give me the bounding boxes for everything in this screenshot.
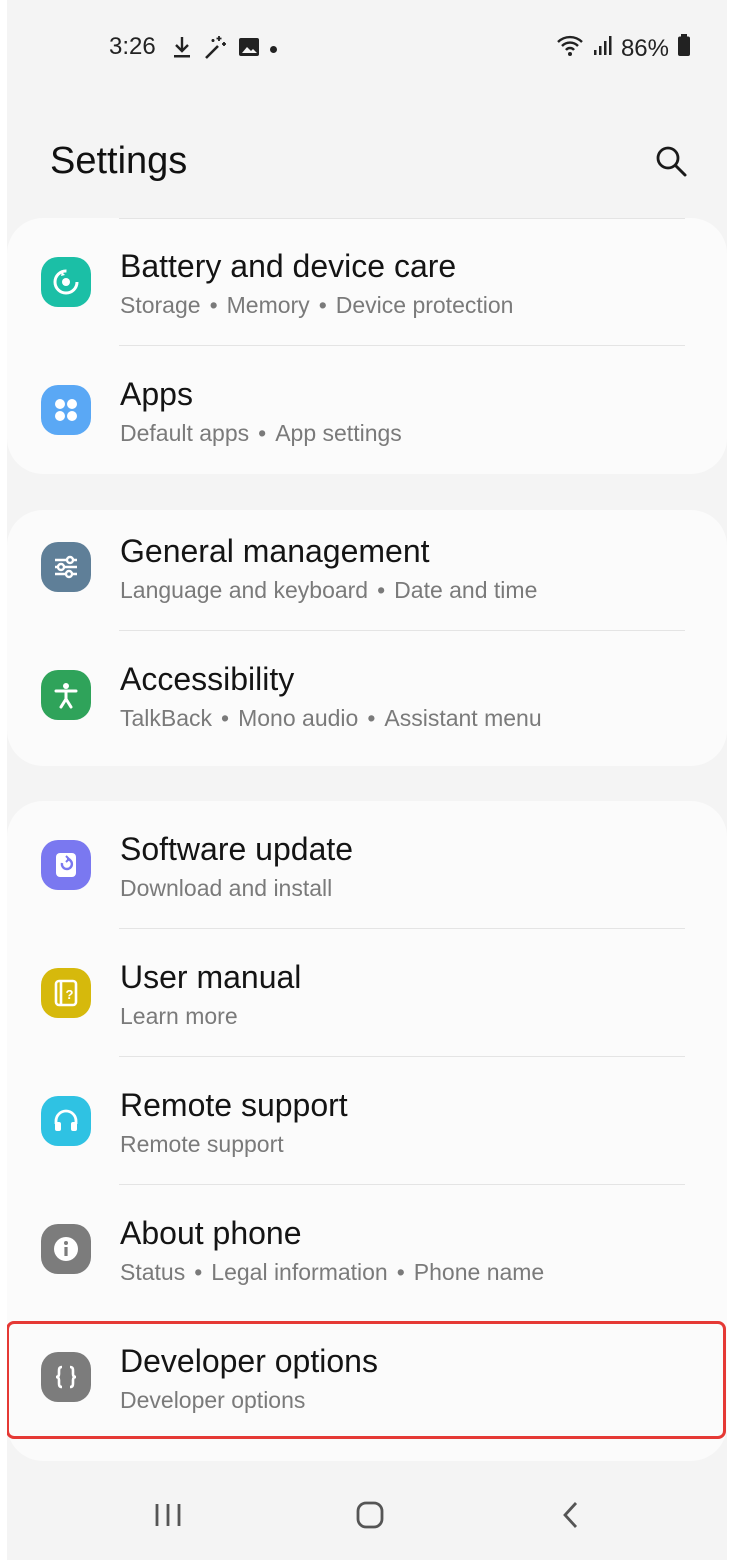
notification-dot <box>270 46 277 53</box>
accessibility-icon <box>41 670 91 720</box>
settings-item-software-update[interactable]: Software update Download and install <box>7 801 727 929</box>
item-title: About phone <box>120 1215 302 1251</box>
info-icon <box>41 1224 91 1274</box>
item-subtitle: Remote support <box>120 1131 284 1157</box>
item-subtitle: Download and install <box>120 875 333 901</box>
item-subtitle: Default apps • App settings <box>120 420 402 446</box>
developer-braces-icon <box>41 1352 91 1402</box>
settings-item-user-manual[interactable]: ? User manual Learn more <box>7 929 727 1057</box>
home-button[interactable] <box>340 1490 400 1540</box>
user-manual-icon: ? <box>41 968 91 1018</box>
headset-icon <box>41 1096 91 1146</box>
device-care-icon <box>41 257 91 307</box>
item-subtitle: Developer options <box>120 1387 306 1413</box>
settings-item-accessibility[interactable]: Accessibility TalkBack • Mono audio • Assist… <box>7 631 727 759</box>
recent-apps-button[interactable] <box>138 1490 198 1540</box>
settings-item-apps[interactable]: Apps Default apps • App settings <box>7 346 727 474</box>
item-title: User manual <box>120 959 302 995</box>
settings-item-about-phone[interactable]: About phone Status • Legal information • Pho… <box>7 1185 727 1313</box>
settings-screen: 3:26 86% Settings Battery and device car… <box>7 0 727 1560</box>
status-bar: 3:26 86% <box>7 0 727 95</box>
sliders-icon <box>41 542 91 592</box>
home-icon <box>356 1501 384 1529</box>
settings-group-device: Battery and device care Storage • Memory • D… <box>7 218 727 474</box>
item-subtitle: Language and keyboard • Date and time <box>120 577 538 603</box>
settings-group-support: Software update Download and install ? U… <box>7 801 727 1461</box>
battery-percent: 86% <box>620 34 669 62</box>
recent-apps-icon <box>155 1504 181 1526</box>
item-title: Battery and device care <box>120 248 457 284</box>
item-title: Software update <box>120 831 354 867</box>
item-title: Developer options <box>120 1343 378 1379</box>
item-title: Remote support <box>120 1087 348 1123</box>
notification-icons <box>172 34 277 65</box>
item-title: Accessibility <box>120 661 295 697</box>
search-icon <box>656 146 687 177</box>
settings-group-general: General management Language and keyboard… <box>7 510 727 766</box>
item-subtitle: Storage • Memory • Device protection <box>120 292 514 318</box>
signal-icon <box>593 34 613 63</box>
wifi-icon <box>555 33 585 64</box>
software-update-icon <box>41 840 91 890</box>
magic-wand-icon <box>202 34 228 65</box>
back-icon <box>563 1502 578 1528</box>
settings-item-remote-support[interactable]: Remote support Remote support <box>7 1057 727 1185</box>
download-icon <box>172 35 192 64</box>
item-subtitle: Status • Legal information • Phone name <box>120 1259 545 1285</box>
item-title: General management <box>120 533 430 569</box>
navigation-bar <box>7 1470 727 1560</box>
back-button[interactable] <box>541 1490 601 1540</box>
page-title: Settings <box>50 140 188 182</box>
settings-item-general-management[interactable]: General management Language and keyboard… <box>7 503 727 631</box>
image-icon <box>238 36 260 63</box>
battery-icon <box>677 33 691 64</box>
svg-text:?: ? <box>66 987 74 1002</box>
settings-item-developer-options[interactable]: Developer options Developer options <box>7 1313 727 1441</box>
search-button[interactable] <box>648 138 694 184</box>
item-subtitle: Learn more <box>120 1003 238 1029</box>
system-status-icons: 86% <box>555 33 691 64</box>
item-subtitle: TalkBack • Mono audio • Assistant menu <box>120 705 542 731</box>
item-title: Apps <box>120 376 193 412</box>
status-time: 3:26 <box>109 33 156 60</box>
apps-icon <box>41 385 91 435</box>
settings-item-battery-device-care[interactable]: Battery and device care Storage • Memory • D… <box>7 218 727 346</box>
